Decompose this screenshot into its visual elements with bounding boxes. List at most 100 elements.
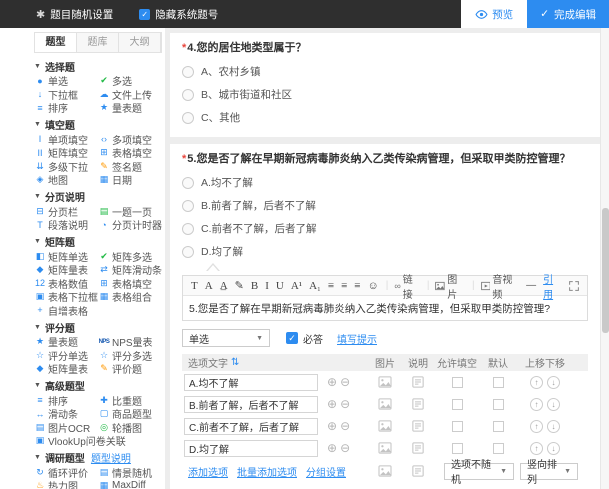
sidebar-item[interactable]: ◔ 分页计时器 — [98, 218, 162, 232]
radio-option[interactable]: A、农村乡镇 — [182, 64, 588, 79]
sidebar-section-header[interactable]: ▼ 矩阵题 — [34, 234, 162, 250]
sidebar-section-header[interactable]: ▼ 高级题型 — [34, 378, 162, 394]
sidebar-item[interactable]: + 自增表格 — [34, 304, 98, 318]
sidebar-item[interactable]: ✔ 多选 — [98, 74, 162, 88]
italic-icon[interactable]: I — [265, 280, 269, 292]
batch-note-button[interactable] — [402, 465, 434, 477]
add-option-icon[interactable]: ⊕ — [327, 441, 337, 455]
option-text-input[interactable] — [184, 374, 318, 391]
sidebar-item[interactable]: ✎ 评价题 — [98, 362, 162, 376]
move-down-icon[interactable]: ↓ — [547, 376, 560, 389]
underline-icon[interactable]: U — [276, 280, 284, 292]
sidebar-item[interactable]: ⊞ 表格填空 — [98, 277, 162, 291]
sidebar-item[interactable]: ☆ 评分单选 — [34, 349, 98, 363]
sort-icon[interactable]: ⇅ — [231, 357, 239, 368]
default-checkbox[interactable] — [493, 377, 504, 388]
remove-option-icon[interactable]: ⊖ — [340, 441, 350, 455]
sidebar-item[interactable]: ↓ 下拉框 — [34, 88, 98, 102]
remove-option-icon[interactable]: ⊖ — [340, 419, 350, 433]
sidebar-item[interactable]: ⇊ 多级下拉 — [34, 160, 98, 174]
radio-option[interactable]: C、其他 — [182, 110, 588, 125]
radio-option[interactable]: B.前者了解，后者不了解 — [182, 198, 588, 213]
sidebar-item[interactable]: ↻ 循环评价 — [34, 466, 98, 480]
fullscreen-icon[interactable] — [569, 281, 579, 291]
group-settings-link[interactable]: 分组设置 — [306, 464, 346, 479]
option-note-button[interactable] — [402, 398, 434, 410]
sidebar-tab[interactable]: 题型 — [35, 33, 77, 52]
sidebar-item[interactable]: ✚ 比重题 — [98, 394, 162, 408]
sidebar-item[interactable]: ✎ 签名题 — [98, 160, 162, 174]
fill-hint-link[interactable]: 填写提示 — [337, 331, 377, 346]
sidebar-item[interactable]: ★ 量表题 — [98, 101, 162, 115]
sidebar-tab[interactable]: 大纲 — [119, 33, 161, 52]
question-text-input[interactable]: 5.您是否了解在早期新冠病毒肺炎纳入乙类传染病管理，但采取甲类防控管理? — [183, 296, 587, 320]
quote-link[interactable]: 引用 — [543, 271, 561, 301]
font-color-icon[interactable]: A̲ — [220, 280, 228, 292]
checked-checkbox-icon[interactable]: ✓ — [139, 9, 150, 20]
question-4-card[interactable]: *4.您的居住地类型属于？ A、农村乡镇 B、城市街道和社区 C、其他 — [170, 33, 600, 137]
allow-fill-checkbox[interactable] — [452, 421, 463, 432]
sidebar-item[interactable]: ▦ 日期 — [98, 173, 162, 187]
sidebar-item[interactable]: ● 单选 — [34, 74, 98, 88]
bold-icon[interactable]: B — [251, 280, 258, 292]
sidebar-item[interactable]: ⇄ 矩阵滑动条 — [98, 263, 162, 277]
sidebar-item[interactable]: ⊞ 表格填空 — [98, 146, 162, 160]
align-right-icon[interactable]: ≡ — [354, 280, 360, 292]
option-note-button[interactable] — [402, 420, 434, 432]
sidebar-item[interactable]: ▤ 图片OCR — [34, 421, 98, 435]
sidebar-item[interactable]: ☁ 文件上传 — [98, 88, 162, 102]
random-settings-button[interactable]: 题目随机设置 — [50, 7, 113, 22]
sidebar-item[interactable]: ☆ 评分多选 — [98, 349, 162, 363]
hide-question-number-toggle[interactable]: ✓ 隐藏系统题号 — [139, 7, 218, 22]
sidebar-item[interactable]: ✔ 矩阵多选 — [98, 250, 162, 264]
sidebar-item[interactable]: ▣ 表格下拉框 — [34, 290, 98, 304]
sidebar-item[interactable]: ≡ 排序 — [34, 394, 98, 408]
default-checkbox[interactable] — [493, 399, 504, 410]
default-checkbox[interactable] — [493, 421, 504, 432]
option-note-button[interactable] — [402, 376, 434, 388]
required-checkbox[interactable]: ✓ — [286, 332, 298, 344]
sidebar-item[interactable]: ♨ 热力图 — [34, 479, 98, 489]
section-help-link[interactable]: 题型说明 — [91, 450, 131, 465]
option-image-button[interactable] — [368, 442, 402, 454]
add-option-icon[interactable]: ⊕ — [327, 397, 337, 411]
move-up-icon[interactable]: ↑ — [530, 442, 543, 455]
font-family-icon[interactable]: A — [205, 280, 213, 292]
allow-fill-checkbox[interactable] — [452, 377, 463, 388]
sidebar-item[interactable]: ↔ 滑动条 — [34, 407, 98, 421]
insert-link-button[interactable]: ∞ 链接 — [394, 271, 419, 301]
radio-icon[interactable] — [182, 66, 194, 78]
radio-option[interactable]: B、城市街道和社区 — [182, 87, 588, 102]
sidebar-item[interactable]: ▤ 情景随机 — [98, 466, 162, 480]
sidebar-item[interactable]: ≡ 排序 — [34, 101, 98, 115]
option-image-button[interactable] — [368, 376, 402, 388]
move-up-icon[interactable]: ↑ — [530, 398, 543, 411]
radio-option[interactable]: A.均不了解 — [182, 175, 588, 190]
batch-add-option-link[interactable]: 批量添加选项 — [237, 464, 297, 479]
move-down-icon[interactable]: ↓ — [547, 442, 560, 455]
add-option-icon[interactable]: ⊕ — [327, 419, 337, 433]
insert-divider-button[interactable]: — — [526, 280, 536, 291]
sidebar-section-header[interactable]: ▼ 填空题 — [34, 117, 162, 133]
sidebar-section-header[interactable]: ▼ 选择题 — [34, 58, 162, 74]
option-text-input[interactable] — [184, 418, 318, 435]
batch-image-button[interactable] — [368, 465, 402, 477]
sidebar-section-header[interactable]: ▼ 分页说明 — [34, 189, 162, 205]
sidebar-item[interactable]: ◆ 矩阵量表 — [34, 362, 98, 376]
sidebar-item[interactable]: ◧ 矩阵单选 — [34, 250, 98, 264]
sidebar-tab[interactable]: 题库 — [77, 33, 119, 52]
radio-icon[interactable] — [182, 112, 194, 124]
sidebar-item[interactable]: ★ 量表题 — [34, 335, 98, 349]
radio-option[interactable]: D.均了解 — [182, 244, 588, 259]
sidebar-item[interactable]: 12 表格数值 — [34, 277, 98, 291]
sidebar-item[interactable]: II 矩阵填空 — [34, 146, 98, 160]
emoji-icon[interactable]: ☺ — [368, 280, 379, 292]
option-image-button[interactable] — [368, 398, 402, 410]
question-type-select[interactable]: 单选 ▼ — [182, 329, 270, 347]
superscript-icon[interactable]: A¹ — [291, 280, 302, 292]
move-up-icon[interactable]: ↑ — [530, 376, 543, 389]
insert-media-button[interactable]: 音视频 — [481, 271, 520, 301]
highlight-icon[interactable]: ✎ — [235, 279, 244, 292]
move-down-icon[interactable]: ↓ — [547, 420, 560, 433]
option-note-button[interactable] — [402, 442, 434, 454]
